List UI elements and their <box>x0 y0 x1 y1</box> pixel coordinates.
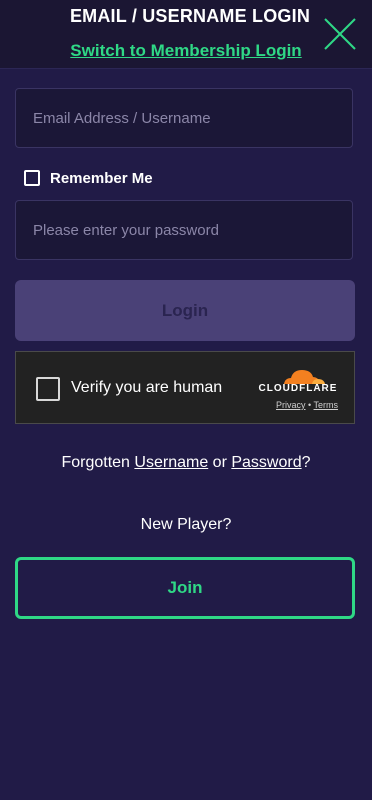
forgotten-prefix: Forgotten <box>61 454 130 471</box>
login-button[interactable]: Login <box>15 280 355 341</box>
switch-to-membership-link[interactable]: Switch to Membership Login <box>0 41 372 61</box>
password-input[interactable] <box>15 200 353 260</box>
captcha-label: Verify you are human <box>71 379 223 396</box>
cloudflare-wordmark: CLOUDFLARE <box>258 383 338 394</box>
email-username-input[interactable] <box>15 88 353 148</box>
forgotten-suffix: ? <box>301 454 311 471</box>
header: EMAIL / USERNAME LOGIN Switch to Members… <box>0 0 372 69</box>
link-separator: • <box>308 400 312 410</box>
remember-me-toggle[interactable]: Remember Me <box>24 168 153 188</box>
captcha-checkbox[interactable] <box>36 377 60 401</box>
forgotten-credentials-text: Forgotten Username or Password? <box>0 454 372 472</box>
privacy-link[interactable]: Privacy <box>276 400 306 410</box>
forgot-password-link[interactable]: Password <box>231 454 301 471</box>
terms-link[interactable]: Terms <box>314 400 339 410</box>
join-button[interactable]: Join <box>15 557 355 619</box>
forgotten-or: or <box>212 454 227 471</box>
remember-me-checkbox[interactable] <box>24 170 40 186</box>
forgot-username-link[interactable]: Username <box>134 454 208 471</box>
close-icon[interactable] <box>322 16 358 52</box>
captcha-widget: Verify you are human CLOUDFLARE Privacy … <box>15 351 355 424</box>
remember-me-label: Remember Me <box>50 169 153 187</box>
page-title: EMAIL / USERNAME LOGIN <box>69 6 311 26</box>
captcha-links: Privacy • Terms <box>276 400 338 410</box>
new-player-text: New Player? <box>140 516 232 533</box>
